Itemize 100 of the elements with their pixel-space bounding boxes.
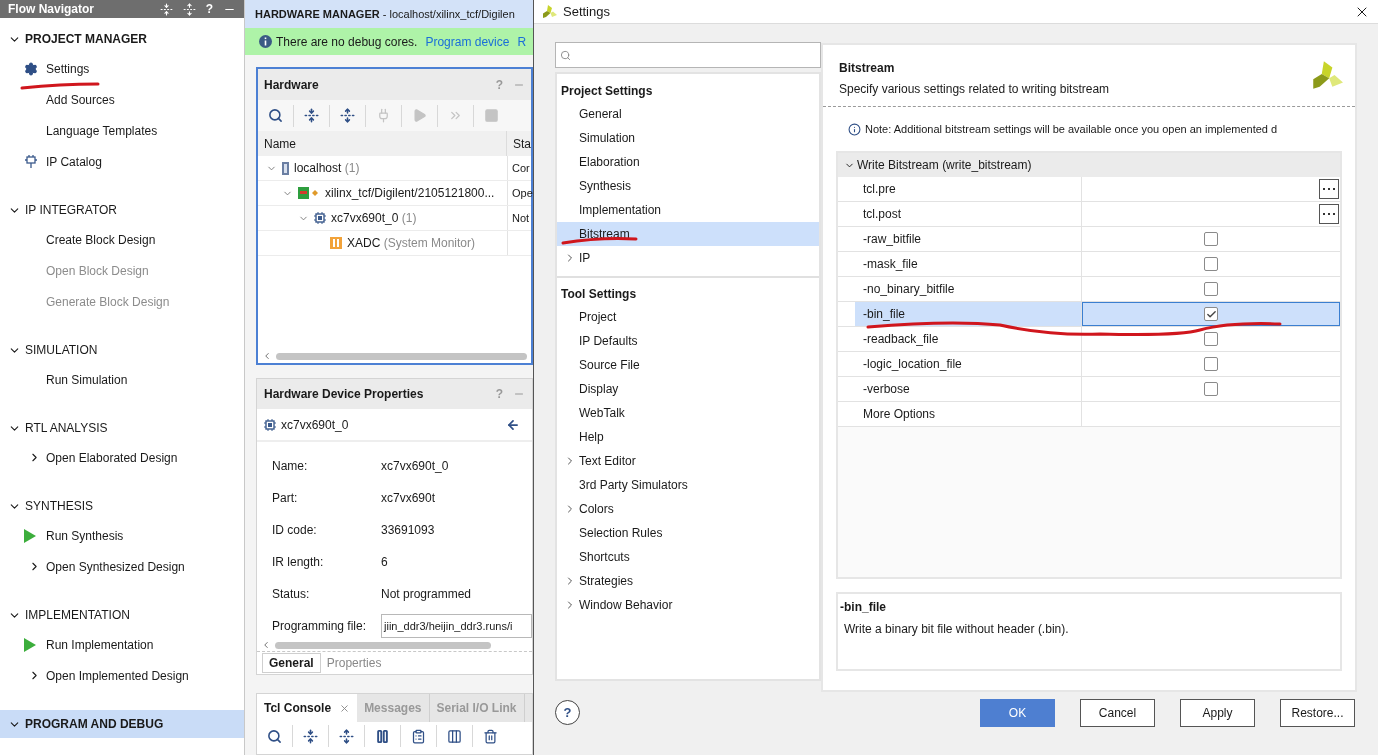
navigator-item[interactable]: Open Synthesized Design — [0, 551, 244, 582]
option-row[interactable]: -verbose — [838, 377, 1340, 402]
checkbox[interactable] — [1204, 257, 1218, 271]
banner-message: There are no debug cores. — [276, 33, 418, 51]
tab[interactable]: Properties — [320, 653, 388, 673]
tree-item[interactable]: Synthesis — [557, 174, 819, 198]
file-path-field[interactable]: jiin_ddr3/heijin_ddr3.runs/i — [381, 614, 532, 638]
navigator-item[interactable]: Language Templates — [0, 115, 244, 146]
tree-item[interactable]: Simulation — [557, 126, 819, 150]
tree-item[interactable]: WebTalk — [557, 401, 819, 425]
option-row[interactable]: -readback_file — [838, 327, 1340, 352]
tree-item-label[interactable]: localhost (1) — [294, 159, 360, 177]
tree-item[interactable]: Bitstream — [557, 222, 819, 246]
scrollbar-thumb[interactable] — [276, 352, 527, 360]
checkbox[interactable] — [1204, 332, 1218, 346]
help-button[interactable]: ? — [555, 700, 580, 725]
tab[interactable]: General — [262, 653, 321, 673]
checkbox[interactable] — [1204, 232, 1218, 246]
expand-all-icon[interactable] — [339, 728, 354, 744]
option-row[interactable]: -raw_bitfile — [838, 227, 1340, 252]
section-header[interactable]: PROGRAM AND DEBUG — [0, 710, 244, 738]
option-name: tcl.pre — [862, 181, 897, 198]
navigator-item[interactable]: Create Block Design — [0, 224, 244, 255]
tree-item[interactable]: Elaboration — [557, 150, 819, 174]
tree-item[interactable]: General — [557, 102, 819, 126]
section-header[interactable]: PROJECT MANAGER — [0, 25, 244, 53]
banner-link[interactable]: Program device — [425, 32, 510, 51]
tree-item-label[interactable]: XADC (System Monitor) — [347, 234, 476, 252]
tree-item[interactable]: Source File — [557, 353, 819, 377]
browse-button[interactable] — [1319, 179, 1339, 199]
section-header[interactable]: IMPLEMENTATION — [0, 601, 244, 629]
dialog-button[interactable]: Cancel — [1080, 699, 1155, 727]
option-name: -bin_file — [855, 302, 1081, 326]
banner-link[interactable]: R — [517, 32, 527, 51]
checkbox[interactable] — [1204, 382, 1218, 396]
option-row[interactable]: More Options — [838, 402, 1340, 427]
tree-item[interactable]: Text Editor — [557, 449, 819, 473]
back-arrow-icon[interactable] — [506, 417, 520, 432]
browse-button[interactable] — [1319, 204, 1339, 224]
scroll-left-icon[interactable] — [262, 351, 272, 361]
tab[interactable]: Tcl Console — [257, 694, 358, 722]
search-field[interactable] — [555, 42, 821, 68]
option-row[interactable]: -mask_file — [838, 252, 1340, 277]
option-row[interactable]: tcl.post — [838, 202, 1340, 227]
tree-item[interactable]: Shortcuts — [557, 545, 819, 569]
navigator-item[interactable]: Run Synthesis — [0, 520, 244, 551]
scrollbar-thumb[interactable] — [275, 641, 491, 649]
navigator-item[interactable]: Settings — [0, 53, 244, 84]
tree-item[interactable]: IP Defaults — [557, 329, 819, 353]
section-header[interactable]: IP INTEGRATOR — [0, 196, 244, 224]
expand-all-icon[interactable] — [340, 108, 355, 123]
search-icon[interactable] — [267, 728, 282, 744]
navigator-item[interactable]: Add Sources — [0, 84, 244, 115]
scroll-left-icon[interactable] — [261, 640, 271, 650]
section-header[interactable]: SYNTHESIS — [0, 492, 244, 520]
section-title: PROJECT MANAGER — [25, 31, 147, 48]
tree-item-label[interactable]: xilinx_tcf/Digilent/2105121800... — [325, 184, 495, 202]
navigator-item[interactable]: Open Elaborated Design — [0, 442, 244, 473]
expand-all-icon[interactable] — [182, 2, 196, 16]
tree-item[interactable]: Implementation — [557, 198, 819, 222]
info-icon — [848, 122, 861, 136]
collapse-all-icon[interactable] — [159, 2, 173, 16]
clipboard-icon[interactable] — [411, 728, 426, 744]
collapse-all-icon[interactable] — [304, 108, 319, 123]
checkbox[interactable] — [1204, 357, 1218, 371]
tree-item[interactable]: Help — [557, 425, 819, 449]
tree-item-label[interactable]: xc7vx690t_0 (1) — [331, 209, 417, 227]
group-header[interactable]: Write Bitstream (write_bitstream) — [838, 153, 1340, 177]
section-header[interactable]: SIMULATION — [0, 336, 244, 364]
option-row[interactable]: tcl.pre — [838, 177, 1340, 202]
dialog-button[interactable]: Restore... — [1280, 699, 1355, 727]
column-header[interactable]: Sta — [507, 131, 531, 156]
tree-item[interactable]: 3rd Party Simulators — [557, 473, 819, 497]
checkbox[interactable] — [1204, 282, 1218, 296]
tree-item[interactable]: IP — [557, 246, 819, 270]
option-row[interactable]: -bin_file — [838, 302, 1340, 327]
section-header[interactable]: RTL ANALYSIS — [0, 414, 244, 442]
trash-icon[interactable] — [483, 728, 498, 744]
tree-item[interactable]: Project — [557, 305, 819, 329]
navigator-item[interactable]: Run Simulation — [0, 364, 244, 395]
tree-item[interactable]: Colors — [557, 497, 819, 521]
tree-item[interactable]: Display — [557, 377, 819, 401]
checkbox[interactable] — [1204, 307, 1218, 321]
option-row[interactable]: -logic_location_file — [838, 352, 1340, 377]
pause-icon[interactable] — [375, 728, 390, 744]
navigator-item[interactable]: Open Implemented Design — [0, 660, 244, 691]
ok-button[interactable]: OK — [980, 699, 1055, 727]
tree-item[interactable]: Selection Rules — [557, 521, 819, 545]
search-icon[interactable] — [268, 108, 283, 123]
option-row[interactable]: -no_binary_bitfile — [838, 277, 1340, 302]
chip-icon — [264, 418, 276, 431]
navigator-item[interactable]: Run Implementation — [0, 629, 244, 660]
dialog-button[interactable]: Apply — [1180, 699, 1255, 727]
help-button[interactable]: ? — [205, 0, 213, 18]
tree-item[interactable]: Window Behavior — [557, 593, 819, 617]
tree-item[interactable]: Strategies — [557, 569, 819, 593]
collapse-all-icon[interactable] — [303, 728, 318, 744]
option-value[interactable] — [1082, 302, 1340, 326]
columns-icon[interactable] — [447, 728, 462, 744]
navigator-item[interactable]: IP Catalog — [0, 146, 244, 177]
